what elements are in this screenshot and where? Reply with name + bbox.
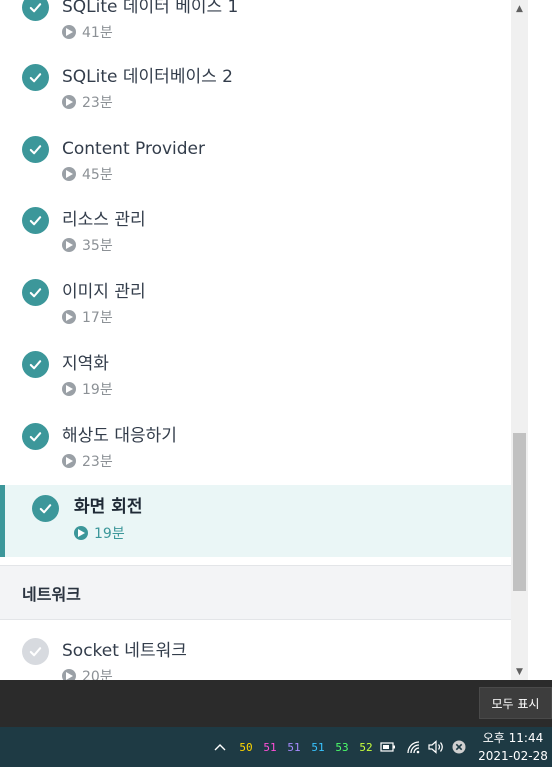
lecture-title: SQLite 데이터 베이스 1 — [62, 0, 239, 17]
tray-indicator-value[interactable]: 53 — [332, 727, 352, 767]
scrollbar-thumb[interactable] — [513, 433, 526, 591]
lecture-item[interactable]: 지역화 19분 — [0, 351, 511, 423]
checkmark-icon — [22, 638, 49, 665]
section-header[interactable]: 네트워크 — [0, 565, 511, 620]
play-icon — [62, 238, 76, 252]
lecture-duration: 23분 — [82, 95, 113, 111]
scroll-down-arrow-icon[interactable]: ▼ — [511, 663, 528, 680]
lecture-item[interactable]: SQLite 데이터베이스 2 23분 — [0, 64, 511, 136]
checkmark-icon — [22, 351, 49, 378]
tray-indicator-value[interactable]: 51 — [260, 727, 280, 767]
lecture-item[interactable]: Content Provider 45분 — [0, 136, 511, 208]
lecture-item[interactable]: 이미지 관리 17분 — [0, 279, 511, 351]
lecture-item-current[interactable]: 화면 회전 19분 — [0, 485, 511, 557]
clock-time: 오후 11:44 — [482, 731, 544, 745]
lecture-title: SQLite 데이터베이스 2 — [62, 67, 233, 87]
checkmark-icon — [22, 207, 49, 234]
tray-indicator-value[interactable]: 51 — [308, 727, 328, 767]
play-icon — [62, 25, 76, 39]
play-icon — [74, 526, 88, 540]
lecture-duration: 35분 — [82, 238, 113, 254]
wifi-icon[interactable] — [404, 727, 424, 767]
lecture-title: 지역화 — [62, 354, 109, 374]
speaker-volume-icon[interactable] — [426, 727, 446, 767]
checkmark-icon — [22, 136, 49, 163]
play-icon — [62, 669, 76, 680]
lecture-item[interactable]: SQLite 데이터 베이스 1 41분 — [0, 0, 511, 66]
clock-date: 2021-02-28 — [478, 749, 548, 763]
window-edge — [528, 0, 552, 680]
lecture-duration: 20분 — [82, 669, 113, 680]
play-icon — [62, 310, 76, 324]
checkmark-icon — [22, 64, 49, 91]
lecture-duration: 41분 — [82, 25, 113, 41]
play-icon — [62, 95, 76, 109]
chevron-up-icon[interactable] — [211, 727, 229, 767]
lecture-title: 이미지 관리 — [62, 282, 146, 302]
lecture-duration: 19분 — [94, 526, 125, 542]
tray-indicator-value[interactable]: 50 — [236, 727, 256, 767]
lecture-title: Socket 네트워크 — [62, 641, 187, 661]
lecture-item[interactable]: 리소스 관리 35분 — [0, 207, 511, 279]
lecture-list: SQLite 데이터 베이스 1 41분 SQLite 데이터베이스 2 23분… — [0, 0, 511, 680]
lecture-title: Content Provider — [62, 139, 206, 159]
lecture-duration: 45분 — [82, 167, 113, 183]
show-all-button[interactable]: 모두 표시 — [479, 687, 552, 719]
tray-indicator-value[interactable]: 51 — [284, 727, 304, 767]
vertical-scrollbar[interactable]: ▲ ▼ — [511, 0, 528, 680]
lecture-duration: 23분 — [82, 454, 113, 470]
tray-flyout-bar: 모두 표시 — [0, 680, 552, 727]
taskbar: 50 51 51 51 53 52 오후 11:44 2021-02-28 — [0, 727, 552, 767]
checkmark-icon — [22, 423, 49, 450]
battery-charging-icon[interactable] — [378, 727, 398, 767]
checkmark-icon — [22, 279, 49, 306]
play-icon — [62, 454, 76, 468]
lecture-duration: 17분 — [82, 310, 113, 326]
lecture-title: 해상도 대응하기 — [62, 426, 177, 446]
taskbar-clock[interactable]: 오후 11:44 2021-02-28 — [474, 729, 552, 765]
checkmark-icon — [32, 495, 59, 522]
lecture-item[interactable]: Socket 네트워크 20분 — [0, 638, 511, 680]
lecture-title: 화면 회전 — [74, 497, 143, 517]
lecture-title: 리소스 관리 — [62, 210, 146, 230]
checkmark-icon — [22, 0, 49, 21]
close-circle-icon[interactable] — [449, 727, 469, 767]
tray-indicator-value[interactable]: 52 — [356, 727, 376, 767]
lecture-duration: 19분 — [82, 382, 113, 398]
scroll-up-arrow-icon[interactable]: ▲ — [511, 0, 528, 17]
play-icon — [62, 382, 76, 396]
play-icon — [62, 167, 76, 181]
